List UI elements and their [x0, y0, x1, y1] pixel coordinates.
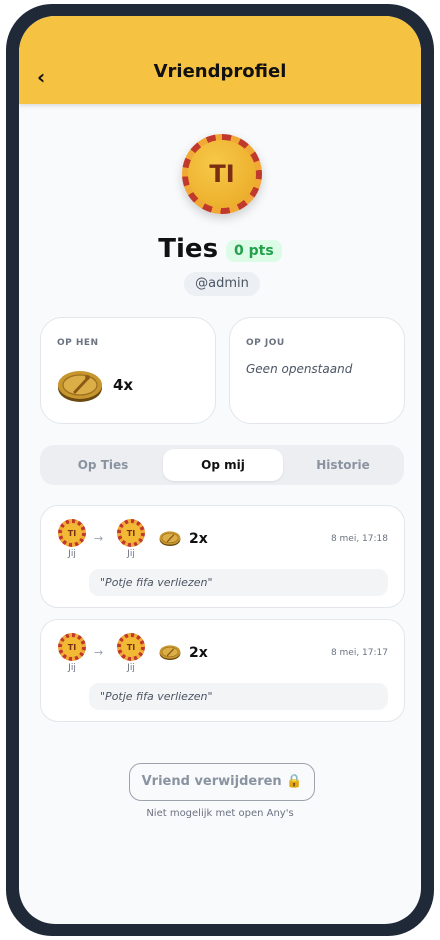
remove-friend-note: Niet mogelijk met open Any's — [146, 808, 294, 819]
remove-friend-button[interactable]: Vriend verwijderen 🔒 — [129, 763, 315, 801]
avatar-initials: TI — [188, 140, 256, 208]
bet-description: "Potje fifa verliezen" — [89, 683, 388, 710]
profile-handle: @admin — [184, 272, 260, 296]
op-jou-card: OP JOU Geen openstaand — [229, 317, 405, 424]
app-screen: ‹ Vriendprofiel TI Ties 0 pts @admin OP … — [19, 16, 421, 924]
sender-initials: TI — [62, 637, 82, 657]
tab-op-ties[interactable]: Op Ties — [43, 449, 163, 481]
receiver-label: Jij — [127, 549, 135, 559]
phone-frame: ‹ Vriendprofiel TI Ties 0 pts @admin OP … — [6, 4, 434, 936]
bet-description: "Potje fifa verliezen" — [89, 569, 388, 596]
bet-card[interactable]: TI Jij → TI Jij 2x 8 mei, 17:17 "Potje f… — [40, 619, 405, 722]
profile-name: Ties — [158, 234, 219, 264]
receiver-avatar: TI — [117, 633, 145, 661]
op-hen-count: 4x — [113, 376, 134, 394]
coin-icon — [58, 371, 102, 402]
bet-card[interactable]: TI Jij → TI Jij 2x 8 mei, 17:18 "Potje f… — [40, 505, 405, 608]
page-title: Vriendprofiel — [153, 61, 287, 82]
op-hen-label: OP HEN — [57, 338, 99, 348]
op-jou-label: OP JOU — [246, 338, 285, 348]
coin-icon — [159, 645, 181, 661]
points-badge: 0 pts — [226, 240, 282, 262]
receiver-avatar: TI — [117, 519, 145, 547]
arrow-right-icon: → — [94, 532, 104, 545]
receiver-initials: TI — [121, 637, 141, 657]
top-bar: ‹ Vriendprofiel — [19, 16, 421, 104]
profile-name-row: Ties 0 pts — [19, 234, 421, 264]
receiver-label: Jij — [127, 663, 135, 673]
op-jou-empty-text: Geen openstaand — [246, 362, 353, 376]
op-hen-card: OP HEN 4x — [40, 317, 216, 424]
bet-timestamp: 8 mei, 17:17 — [330, 648, 388, 658]
sender-label: Jij — [68, 549, 76, 559]
sender-initials: TI — [62, 523, 82, 543]
receiver-initials: TI — [121, 523, 141, 543]
sender-label: Jij — [68, 663, 76, 673]
profile-avatar: TI — [182, 134, 262, 214]
arrow-right-icon: → — [94, 646, 104, 659]
sender-avatar: TI — [58, 519, 86, 547]
tab-op-mij[interactable]: Op mij — [163, 449, 283, 481]
bet-timestamp: 8 mei, 17:18 — [330, 534, 388, 544]
bet-count: 2x — [189, 531, 208, 547]
tab-historie[interactable]: Historie — [283, 449, 403, 481]
sender-avatar: TI — [58, 633, 86, 661]
coin-icon — [159, 531, 181, 547]
tab-bar: Op Ties Op mij Historie — [40, 445, 404, 485]
bet-count: 2x — [189, 645, 208, 661]
